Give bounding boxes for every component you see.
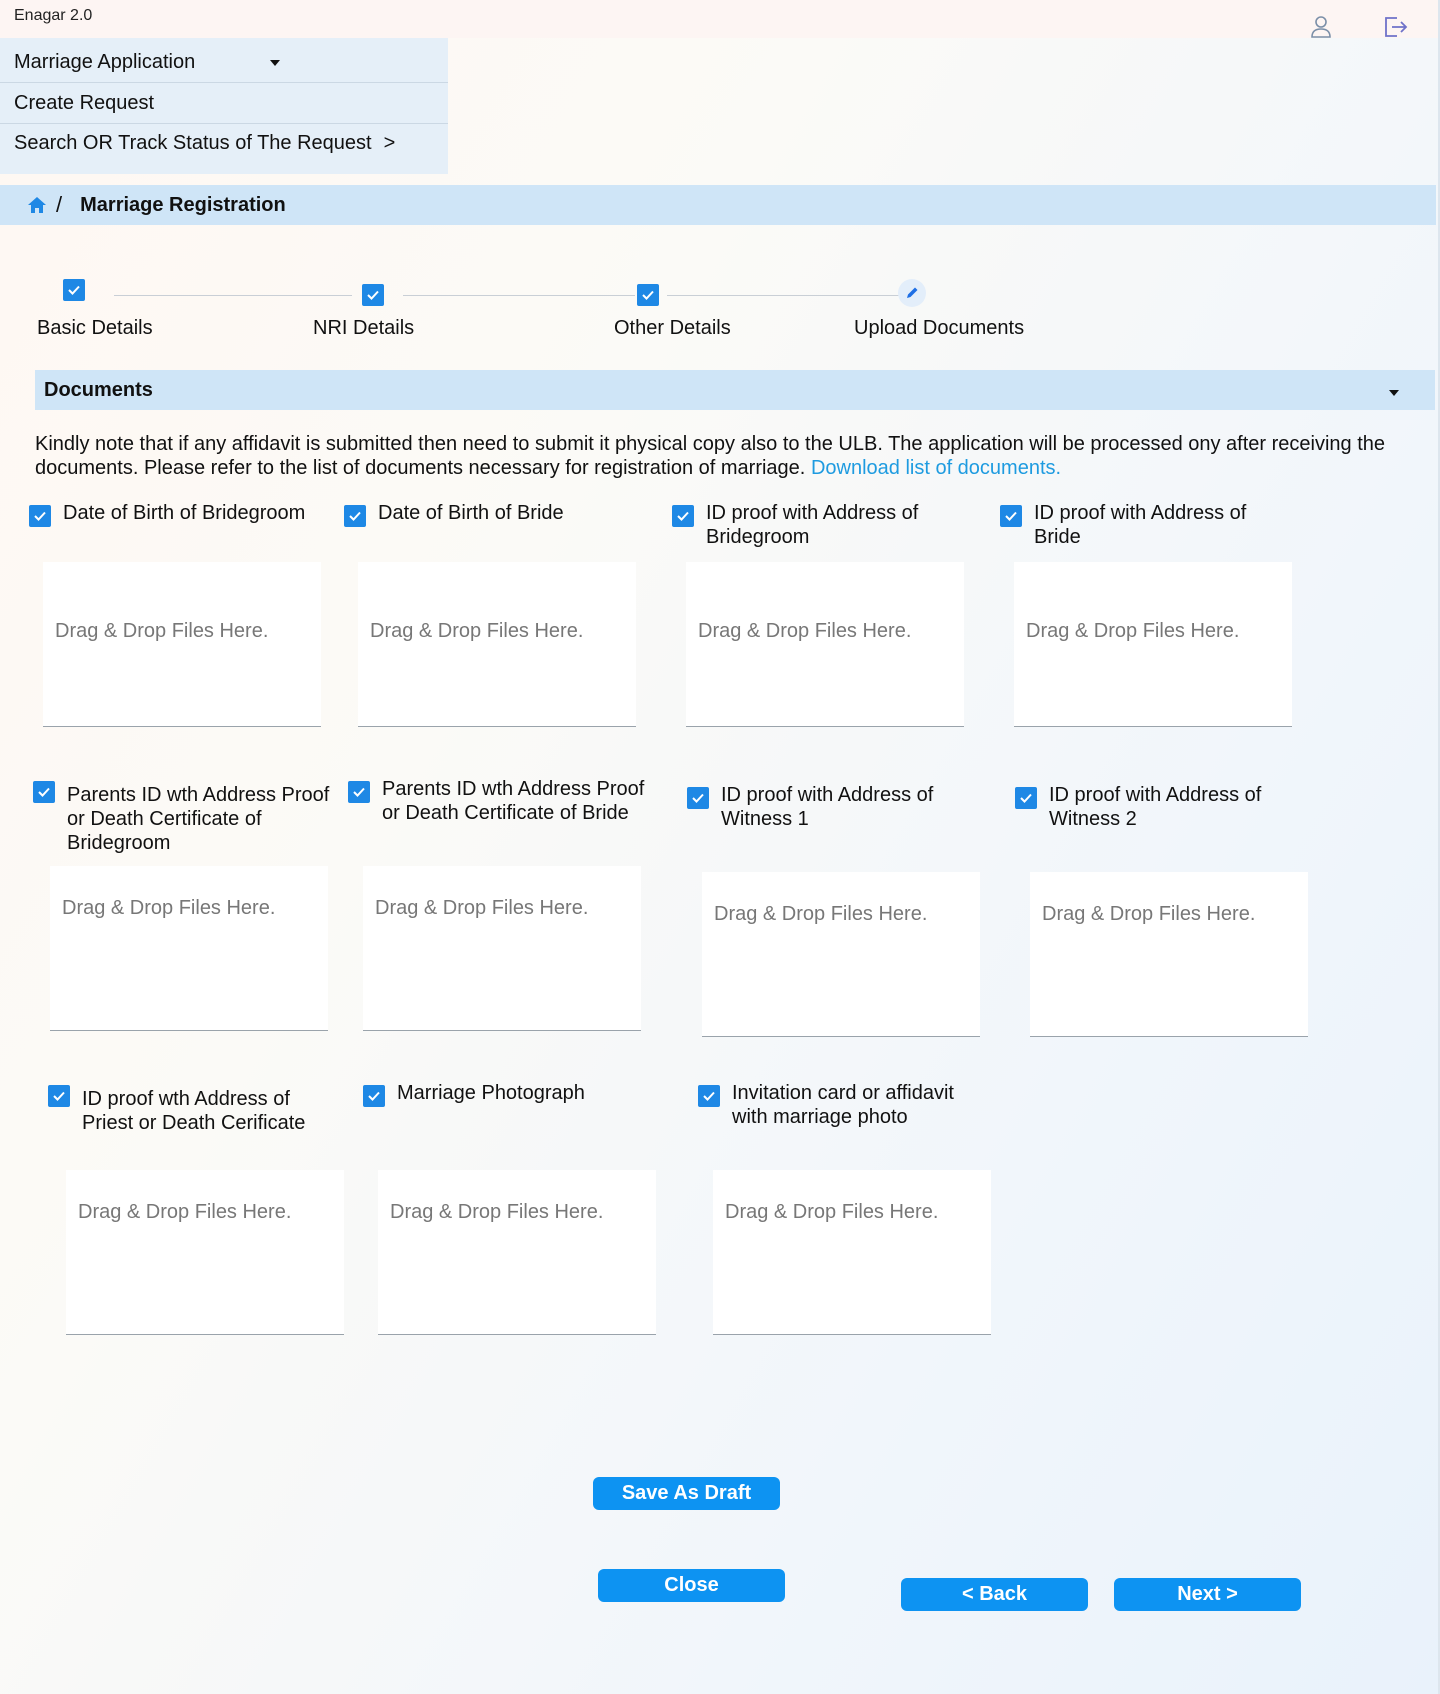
file-dropzone[interactable]: Drag & Drop Files Here. bbox=[50, 866, 328, 1031]
document-checkbox[interactable] bbox=[687, 787, 709, 809]
dropzone-placeholder: Drag & Drop Files Here. bbox=[1042, 903, 1256, 925]
dropzone-placeholder: Drag & Drop Files Here. bbox=[390, 1201, 604, 1223]
documents-title: Documents bbox=[44, 378, 153, 401]
document-checkbox[interactable] bbox=[344, 505, 366, 527]
document-label: Invitation card or affidavit with marria… bbox=[732, 1082, 954, 1128]
download-documents-link[interactable]: Download list of documents. bbox=[811, 457, 1061, 479]
file-dropzone[interactable]: Drag & Drop Files Here. bbox=[686, 562, 964, 727]
dropzone-placeholder: Drag & Drop Files Here. bbox=[62, 897, 276, 919]
document-checkbox[interactable] bbox=[672, 505, 694, 527]
step-label-upload-documents[interactable]: Upload Documents bbox=[854, 317, 1024, 340]
file-dropzone[interactable]: Drag & Drop Files Here. bbox=[713, 1170, 991, 1335]
document-label: ID proof wth Address of Priest or Death … bbox=[82, 1088, 306, 1134]
step-done-check-icon[interactable] bbox=[637, 284, 659, 306]
document-checkbox[interactable] bbox=[48, 1085, 70, 1107]
breadcrumb: / Marriage Registration bbox=[0, 185, 1436, 225]
dropzone-placeholder: Drag & Drop Files Here. bbox=[375, 897, 589, 919]
document-checkbox[interactable] bbox=[29, 505, 51, 527]
app-title: Enagar 2.0 bbox=[14, 7, 93, 24]
page-title: Marriage Registration bbox=[80, 193, 286, 216]
dropzone-placeholder: Drag & Drop Files Here. bbox=[725, 1201, 939, 1223]
dropzone-placeholder: Drag & Drop Files Here. bbox=[55, 620, 269, 642]
home-icon[interactable] bbox=[26, 195, 48, 215]
document-label: Date of Birth of Bridegroom bbox=[63, 502, 306, 524]
user-icon[interactable] bbox=[1306, 12, 1336, 42]
chevron-right-icon: > bbox=[383, 131, 396, 154]
menu-item-label: Marriage Application bbox=[14, 51, 196, 73]
document-label: ID proof with Address of Witness 1 bbox=[721, 784, 934, 830]
file-dropzone[interactable]: Drag & Drop Files Here. bbox=[43, 562, 321, 727]
menu-marriage-application[interactable]: Marriage Application bbox=[0, 43, 448, 83]
documents-note: Kindly note that if any affidavit is sub… bbox=[35, 432, 1405, 480]
breadcrumb-separator: / bbox=[56, 192, 63, 217]
dropzone-placeholder: Drag & Drop Files Here. bbox=[714, 903, 928, 925]
document-label: ID proof with Address of Bride bbox=[1034, 502, 1247, 548]
file-dropzone[interactable]: Drag & Drop Files Here. bbox=[1014, 562, 1292, 727]
stepper-connector bbox=[403, 295, 635, 296]
menu-item-label: Search OR Track Status of The Request bbox=[14, 131, 372, 154]
document-label: Parents ID wth Address Proof or Death Ce… bbox=[382, 778, 645, 824]
document-label: Marriage Photograph bbox=[397, 1082, 585, 1104]
document-checkbox[interactable] bbox=[348, 781, 370, 803]
document-checkbox[interactable] bbox=[698, 1085, 720, 1107]
document-label: Parents ID wth Address Proof or Death Ce… bbox=[67, 784, 330, 854]
menu-item-label: Create Request bbox=[14, 92, 155, 114]
file-dropzone[interactable]: Drag & Drop Files Here. bbox=[702, 872, 980, 1037]
document-checkbox[interactable] bbox=[33, 781, 55, 803]
step-label-nri-details[interactable]: NRI Details bbox=[313, 317, 414, 340]
step-done-check-icon[interactable] bbox=[362, 284, 384, 306]
step-done-check-icon[interactable] bbox=[63, 279, 85, 301]
file-dropzone[interactable]: Drag & Drop Files Here. bbox=[66, 1170, 344, 1335]
stepper-connector bbox=[114, 295, 352, 296]
next-button[interactable]: Next > bbox=[1114, 1578, 1301, 1611]
menu-search-track-status[interactable]: Search OR Track Status of The Request > bbox=[0, 123, 448, 163]
document-label: ID proof with Address of Bridegroom bbox=[706, 502, 919, 548]
back-button[interactable]: < Back bbox=[901, 1578, 1088, 1611]
stepper-connector bbox=[667, 295, 899, 296]
logout-icon[interactable] bbox=[1380, 12, 1410, 42]
document-checkbox[interactable] bbox=[363, 1085, 385, 1107]
file-dropzone[interactable]: Drag & Drop Files Here. bbox=[378, 1170, 656, 1335]
file-dropzone[interactable]: Drag & Drop Files Here. bbox=[363, 866, 641, 1031]
documents-section-header[interactable]: Documents bbox=[35, 370, 1435, 410]
file-dropzone[interactable]: Drag & Drop Files Here. bbox=[358, 562, 636, 727]
top-bar: Enagar 2.0 bbox=[0, 0, 1440, 38]
file-dropzone[interactable]: Drag & Drop Files Here. bbox=[1030, 872, 1308, 1037]
close-button[interactable]: Close bbox=[598, 1569, 785, 1602]
dropzone-placeholder: Drag & Drop Files Here. bbox=[370, 620, 584, 642]
dropzone-placeholder: Drag & Drop Files Here. bbox=[1026, 620, 1240, 642]
application-menu: Marriage Application Create Request Sear… bbox=[0, 38, 448, 174]
step-label-other-details[interactable]: Other Details bbox=[614, 317, 731, 340]
note-text: Kindly note that if any affidavit is sub… bbox=[35, 433, 1386, 479]
caret-down-icon bbox=[1389, 390, 1399, 396]
step-edit-pencil-icon[interactable] bbox=[898, 279, 926, 307]
save-as-draft-button[interactable]: Save As Draft bbox=[593, 1477, 780, 1510]
menu-create-request[interactable]: Create Request bbox=[0, 84, 448, 124]
document-label: Date of Birth of Bride bbox=[378, 502, 564, 524]
document-checkbox[interactable] bbox=[1015, 787, 1037, 809]
document-checkbox[interactable] bbox=[1000, 505, 1022, 527]
dropzone-placeholder: Drag & Drop Files Here. bbox=[698, 620, 912, 642]
document-label: ID proof with Address of Witness 2 bbox=[1049, 784, 1262, 830]
dropzone-placeholder: Drag & Drop Files Here. bbox=[78, 1201, 292, 1223]
step-label-basic-details[interactable]: Basic Details bbox=[37, 317, 153, 340]
caret-down-icon bbox=[270, 59, 280, 66]
